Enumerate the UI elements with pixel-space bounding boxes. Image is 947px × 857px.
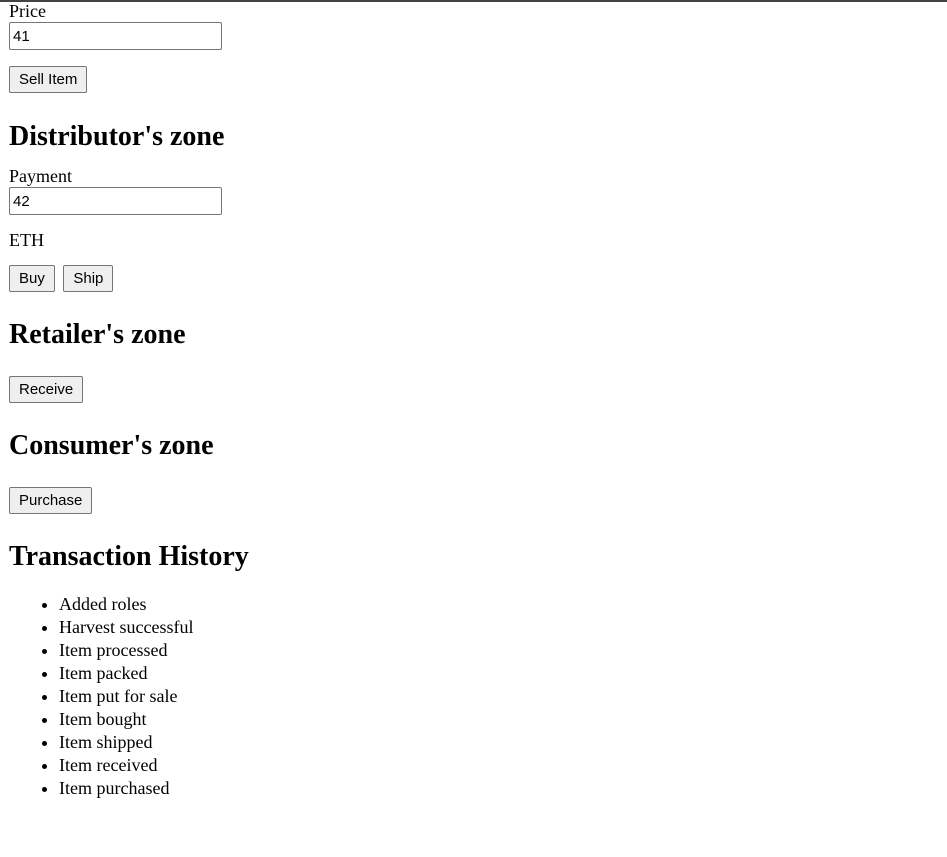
consumer-zone-heading: Consumer's zone — [9, 430, 214, 461]
history-item: Harvest successful — [59, 616, 929, 639]
transaction-history-heading: Transaction History — [9, 541, 249, 572]
ship-button[interactable]: Ship — [63, 265, 114, 292]
history-item: Item received — [59, 754, 929, 777]
history-item: Item shipped — [59, 731, 929, 754]
history-item: Item bought — [59, 708, 929, 731]
payment-label: Payment — [9, 166, 72, 186]
transaction-history: Transaction History Added roles Harvest … — [9, 541, 929, 800]
buy-button[interactable]: Buy — [9, 265, 55, 292]
transaction-history-list: Added roles Harvest successful Item proc… — [9, 593, 929, 800]
consumer-zone: Consumer's zone Purchase — [9, 430, 929, 514]
sell-item-button[interactable]: Sell Item — [9, 66, 88, 93]
receive-button[interactable]: Receive — [9, 376, 84, 403]
distributor-zone: Distributor's zone Payment ETH Buy Ship — [9, 121, 929, 292]
history-item: Added roles — [59, 593, 929, 616]
history-item: Item purchased — [59, 777, 929, 800]
payment-input[interactable] — [9, 187, 222, 215]
history-item: Item processed — [59, 639, 929, 662]
price-input[interactable] — [9, 22, 222, 50]
price-label: Price — [9, 1, 46, 21]
retailer-zone: Retailer's zone Receive — [9, 319, 929, 403]
history-item: Item packed — [59, 662, 929, 685]
history-item: Item put for sale — [59, 685, 929, 708]
retailer-zone-heading: Retailer's zone — [9, 319, 186, 350]
purchase-button[interactable]: Purchase — [9, 487, 93, 514]
main-content: Price Sell Item Distributor's zone Payme… — [9, 1, 929, 800]
distributor-zone-heading: Distributor's zone — [9, 121, 225, 152]
currency-label: ETH — [9, 230, 44, 250]
farmer-zone: Price Sell Item — [9, 1, 929, 93]
